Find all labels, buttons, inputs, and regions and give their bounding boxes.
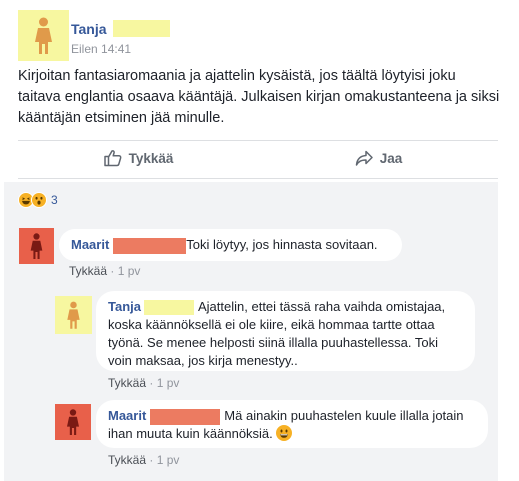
avatar[interactable] — [55, 296, 92, 334]
comment-like-link[interactable]: Tykkää — [108, 453, 146, 467]
share-arrow-icon — [355, 150, 373, 166]
reaction-count[interactable]: 3 — [51, 193, 58, 207]
post-timestamp[interactable]: Eilen 14:41 — [71, 42, 131, 56]
comment-bubble: Maarit Mä ainakin puuhastelen kuule illal… — [96, 400, 488, 448]
action-bar: Tykkää Jaa — [18, 140, 498, 176]
comment-bubble: Tanja Ajattelin, ettei tässä raha vaihda … — [96, 291, 475, 371]
comment-author[interactable]: Maarit — [71, 237, 109, 252]
like-button[interactable]: Tykkää — [18, 140, 258, 176]
post-header: Tanja Eilen 14:41 — [18, 10, 498, 64]
avatar[interactable] — [19, 228, 54, 264]
post-text: Kirjoitan fantasiaromaania ja ajattelin … — [18, 68, 500, 126]
share-button[interactable]: Jaa — [258, 140, 498, 176]
name-redaction — [144, 300, 194, 316]
comment-author[interactable]: Maarit — [108, 408, 146, 423]
comment-text: Toki löytyy, jos hinnasta sovitaan. — [186, 237, 378, 252]
thumbs-up-icon — [103, 150, 122, 167]
like-label: Tykkää — [128, 150, 174, 166]
name-redaction — [113, 237, 187, 254]
grinning-emoji-icon — [276, 425, 293, 441]
post-author[interactable]: Tanja — [71, 20, 170, 37]
share-label: Jaa — [379, 150, 403, 166]
comment-time[interactable]: 1 pv — [157, 376, 180, 390]
comment-bubble: Maarit Toki löytyy, jos hinnasta sovitaan… — [59, 229, 402, 261]
avatar[interactable] — [18, 10, 69, 61]
comment-time[interactable]: 1 pv — [118, 264, 141, 278]
comment-like-link[interactable]: Tykkää — [108, 376, 146, 390]
avatar[interactable] — [55, 404, 91, 440]
comment-like-link[interactable]: Tykkää — [69, 264, 107, 278]
wow-emoji-icon — [31, 192, 47, 208]
comment-meta: Tykkää · 1 pv — [108, 453, 180, 467]
comment-meta: Tykkää · 1 pv — [69, 264, 141, 278]
comment-time[interactable]: 1 pv — [157, 453, 180, 467]
post-author-name[interactable]: Tanja — [71, 21, 107, 37]
name-redaction — [150, 408, 221, 425]
comment-author[interactable]: Tanja — [108, 299, 141, 314]
comment-meta: Tykkää · 1 pv — [108, 376, 180, 390]
name-redaction — [112, 20, 170, 37]
reactions-summary[interactable]: 3 — [18, 191, 58, 209]
divider — [18, 178, 498, 179]
